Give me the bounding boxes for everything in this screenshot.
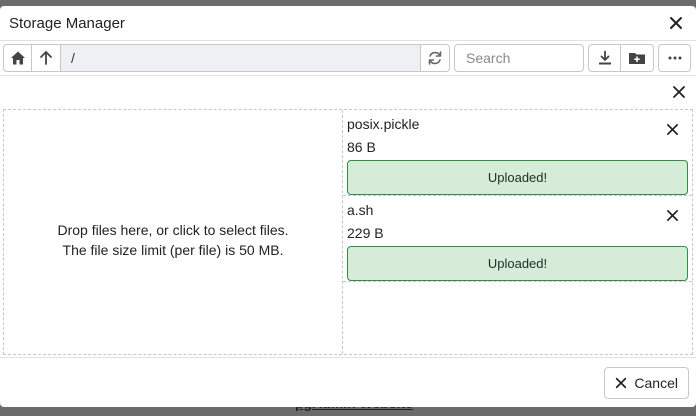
upload-status: Uploaded!: [347, 246, 688, 281]
close-icon: [670, 17, 682, 29]
dropzone[interactable]: Drop files here, or click to select file…: [4, 110, 343, 354]
file-item: a.sh 229 B Uploaded!: [343, 196, 692, 282]
download-button[interactable]: [588, 44, 621, 72]
download-icon: [598, 50, 611, 65]
file-actions-group: [588, 44, 654, 72]
refresh-button[interactable]: [421, 44, 450, 72]
dialog-title: Storage Manager: [9, 14, 125, 32]
dialog-close-button[interactable]: [666, 13, 686, 33]
search-input[interactable]: [454, 44, 584, 72]
storage-manager-dialog: Storage Manager / Search Drop files here…: [0, 6, 696, 407]
arrow-up-icon: [40, 51, 52, 65]
go-up-button[interactable]: [32, 44, 61, 72]
new-folder-button[interactable]: [621, 44, 654, 72]
close-icon: [616, 377, 627, 388]
close-icon: [673, 85, 685, 98]
new-folder-icon: [629, 53, 645, 64]
dropzone-instruction: Drop files here, or click to select file…: [57, 222, 289, 238]
dropzone-size-limit: The file size limit (per file) is 50 MB.: [62, 242, 284, 258]
upload-area: Drop files here, or click to select file…: [3, 109, 693, 355]
refresh-icon: [428, 51, 442, 65]
upload-status: Uploaded!: [347, 160, 688, 195]
home-icon: [10, 51, 25, 65]
remove-file-button[interactable]: [662, 205, 682, 225]
upload-panel-close-button[interactable]: [669, 82, 689, 102]
dialog-footer: Cancel: [0, 357, 696, 407]
file-item: posix.pickle 86 B Uploaded!: [343, 110, 692, 196]
close-icon: [666, 123, 678, 135]
toolbar: /: [0, 40, 696, 76]
file-size: 229 B: [347, 225, 384, 241]
file-size: 86 B: [347, 139, 376, 155]
path-input[interactable]: /: [61, 44, 421, 72]
cancel-button[interactable]: Cancel: [604, 366, 689, 399]
home-button[interactable]: [3, 44, 32, 72]
file-name: posix.pickle: [347, 116, 420, 132]
upload-panel-header: [0, 78, 696, 105]
file-name: a.sh: [347, 202, 374, 218]
uploaded-file-list: posix.pickle 86 B Uploaded! a.sh 229 B U: [343, 110, 692, 354]
more-options-button[interactable]: [658, 44, 691, 72]
close-icon: [666, 209, 678, 221]
dialog-header: Storage Manager: [0, 6, 696, 40]
cancel-label: Cancel: [634, 374, 678, 391]
remove-file-button[interactable]: [662, 119, 682, 139]
more-icon: [668, 56, 681, 60]
